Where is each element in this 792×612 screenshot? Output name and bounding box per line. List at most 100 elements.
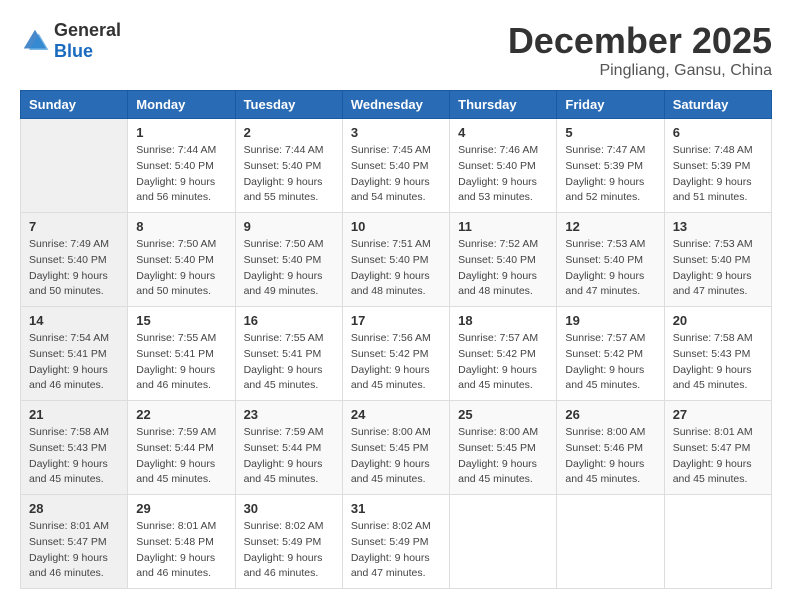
day-number: 5 (565, 125, 655, 140)
logo-general: General (54, 20, 121, 40)
day-number: 26 (565, 407, 655, 422)
day-number: 6 (673, 125, 763, 140)
weekday-thursday: Thursday (450, 91, 557, 119)
day-info: Sunrise: 7:56 AMSunset: 5:42 PMDaylight:… (351, 331, 441, 394)
calendar-header: SundayMondayTuesdayWednesdayThursdayFrid… (21, 91, 772, 119)
day-info: Sunrise: 7:47 AMSunset: 5:39 PMDaylight:… (565, 143, 655, 206)
weekday-wednesday: Wednesday (342, 91, 449, 119)
calendar-cell: 21 Sunrise: 7:58 AMSunset: 5:43 PMDayligh… (21, 401, 128, 495)
day-info: Sunrise: 7:50 AMSunset: 5:40 PMDaylight:… (136, 237, 226, 300)
calendar-cell: 12Sunrise: 7:53 AMSunset: 5:40 PMDayligh… (557, 213, 664, 307)
day-number: 8 (136, 219, 226, 234)
day-number: 14 (29, 313, 119, 328)
calendar-cell: 17 Sunrise: 7:56 AMSunset: 5:42 PMDayligh… (342, 307, 449, 401)
calendar-cell (664, 495, 771, 589)
day-info: Sunrise: 7:44 AMSunset: 5:40 PMDaylight:… (136, 143, 226, 206)
day-number: 29 (136, 501, 226, 516)
calendar-cell: 31 Sunrise: 8:02 AMSunset: 5:49 PMDayligh… (342, 495, 449, 589)
month-title: December 2025 (508, 20, 772, 62)
calendar-week-1: 1 Sunrise: 7:44 AMSunset: 5:40 PMDaylight… (21, 119, 772, 213)
calendar-week-5: 28 Sunrise: 8:01 AMSunset: 5:47 PMDayligh… (21, 495, 772, 589)
calendar-cell: 26 Sunrise: 8:00 AMSunset: 5:46 PMDayligh… (557, 401, 664, 495)
day-number: 22 (136, 407, 226, 422)
day-number: 4 (458, 125, 548, 140)
calendar-cell: 16Sunrise: 7:55 AMSunset: 5:41 PMDayligh… (235, 307, 342, 401)
day-number: 11 (458, 219, 548, 234)
day-info: Sunrise: 7:49 AMSunset: 5:40 PMDaylight:… (29, 237, 119, 300)
day-info: Sunrise: 7:50 AMSunset: 5:40 PMDaylight:… (244, 237, 334, 300)
calendar-cell: 1 Sunrise: 7:44 AMSunset: 5:40 PMDaylight… (128, 119, 235, 213)
calendar-cell: 29 Sunrise: 8:01 AMSunset: 5:48 PMDayligh… (128, 495, 235, 589)
day-info: Sunrise: 8:02 AMSunset: 5:49 PMDaylight:… (244, 519, 334, 582)
day-info: Sunrise: 8:00 AMSunset: 5:46 PMDaylight:… (565, 425, 655, 488)
day-info: Sunrise: 7:59 AMSunset: 5:44 PMDaylight:… (136, 425, 226, 488)
calendar-cell: 3 Sunrise: 7:45 AMSunset: 5:40 PMDaylight… (342, 119, 449, 213)
day-number: 10 (351, 219, 441, 234)
weekday-tuesday: Tuesday (235, 91, 342, 119)
weekday-saturday: Saturday (664, 91, 771, 119)
day-info: Sunrise: 8:02 AMSunset: 5:49 PMDaylight:… (351, 519, 441, 582)
day-info: Sunrise: 7:46 AMSunset: 5:40 PMDaylight:… (458, 143, 548, 206)
weekday-sunday: Sunday (21, 91, 128, 119)
calendar-cell (21, 119, 128, 213)
day-number: 2 (244, 125, 334, 140)
day-number: 31 (351, 501, 441, 516)
calendar-cell: 25 Sunrise: 8:00 AMSunset: 5:45 PMDayligh… (450, 401, 557, 495)
day-number: 25 (458, 407, 548, 422)
day-info: Sunrise: 7:55 AMSunset: 5:41 PMDaylight:… (244, 331, 334, 394)
day-number: 15 (136, 313, 226, 328)
day-info: Sunrise: 7:51 AMSunset: 5:40 PMDaylight:… (351, 237, 441, 300)
header: General Blue December 2025 Pingliang, Ga… (20, 20, 772, 80)
day-info: Sunrise: 7:59 AMSunset: 5:44 PMDaylight:… (244, 425, 334, 488)
weekday-header-row: SundayMondayTuesdayWednesdayThursdayFrid… (21, 91, 772, 119)
day-number: 19 (565, 313, 655, 328)
calendar-cell: 30Sunrise: 8:02 AMSunset: 5:49 PMDayligh… (235, 495, 342, 589)
day-number: 1 (136, 125, 226, 140)
calendar-cell: 8 Sunrise: 7:50 AMSunset: 5:40 PMDaylight… (128, 213, 235, 307)
day-info: Sunrise: 7:58 AMSunset: 5:43 PMDaylight:… (29, 425, 119, 488)
calendar-cell: 11 Sunrise: 7:52 AMSunset: 5:40 PMDayligh… (450, 213, 557, 307)
day-number: 7 (29, 219, 119, 234)
calendar-table: SundayMondayTuesdayWednesdayThursdayFrid… (20, 90, 772, 589)
calendar-cell: 23 Sunrise: 7:59 AMSunset: 5:44 PMDayligh… (235, 401, 342, 495)
day-number: 20 (673, 313, 763, 328)
day-number: 17 (351, 313, 441, 328)
day-info: Sunrise: 7:57 AMSunset: 5:42 PMDaylight:… (458, 331, 548, 394)
logo-blue: Blue (54, 41, 93, 61)
day-number: 18 (458, 313, 548, 328)
calendar-cell: 6Sunrise: 7:48 AMSunset: 5:39 PMDaylight… (664, 119, 771, 213)
logo-icon (20, 26, 50, 56)
logo-text: General Blue (54, 20, 121, 62)
location-title: Pingliang, Gansu, China (508, 62, 772, 80)
title-area: December 2025 Pingliang, Gansu, China (508, 20, 772, 80)
calendar-cell: 28 Sunrise: 8:01 AMSunset: 5:47 PMDayligh… (21, 495, 128, 589)
day-number: 9 (244, 219, 334, 234)
day-info: Sunrise: 8:00 AMSunset: 5:45 PMDaylight:… (458, 425, 548, 488)
calendar-week-3: 14 Sunrise: 7:54 AMSunset: 5:41 PMDayligh… (21, 307, 772, 401)
calendar-cell: 20 Sunrise: 7:58 AMSunset: 5:43 PMDayligh… (664, 307, 771, 401)
day-info: Sunrise: 7:44 AMSunset: 5:40 PMDaylight:… (244, 143, 334, 206)
calendar-cell: 4 Sunrise: 7:46 AMSunset: 5:40 PMDaylight… (450, 119, 557, 213)
day-info: Sunrise: 7:45 AMSunset: 5:40 PMDaylight:… (351, 143, 441, 206)
calendar-cell: 24 Sunrise: 8:00 AMSunset: 5:45 PMDayligh… (342, 401, 449, 495)
day-info: Sunrise: 7:58 AMSunset: 5:43 PMDaylight:… (673, 331, 763, 394)
calendar-cell (450, 495, 557, 589)
day-info: Sunrise: 8:00 AMSunset: 5:45 PMDaylight:… (351, 425, 441, 488)
day-number: 12 (565, 219, 655, 234)
day-info: Sunrise: 8:01 AMSunset: 5:47 PMDaylight:… (673, 425, 763, 488)
calendar-cell: 9 Sunrise: 7:50 AMSunset: 5:40 PMDaylight… (235, 213, 342, 307)
day-number: 23 (244, 407, 334, 422)
day-info: Sunrise: 7:54 AMSunset: 5:41 PMDaylight:… (29, 331, 119, 394)
day-number: 24 (351, 407, 441, 422)
day-info: Sunrise: 8:01 AMSunset: 5:47 PMDaylight:… (29, 519, 119, 582)
logo: General Blue (20, 20, 121, 62)
calendar-cell: 5 Sunrise: 7:47 AMSunset: 5:39 PMDaylight… (557, 119, 664, 213)
day-number: 28 (29, 501, 119, 516)
day-info: Sunrise: 7:52 AMSunset: 5:40 PMDaylight:… (458, 237, 548, 300)
calendar-cell: 19 Sunrise: 7:57 AMSunset: 5:42 PMDayligh… (557, 307, 664, 401)
day-number: 21 (29, 407, 119, 422)
day-number: 3 (351, 125, 441, 140)
day-info: Sunrise: 8:01 AMSunset: 5:48 PMDaylight:… (136, 519, 226, 582)
day-info: Sunrise: 7:57 AMSunset: 5:42 PMDaylight:… (565, 331, 655, 394)
day-info: Sunrise: 7:53 AMSunset: 5:40 PMDaylight:… (673, 237, 763, 300)
